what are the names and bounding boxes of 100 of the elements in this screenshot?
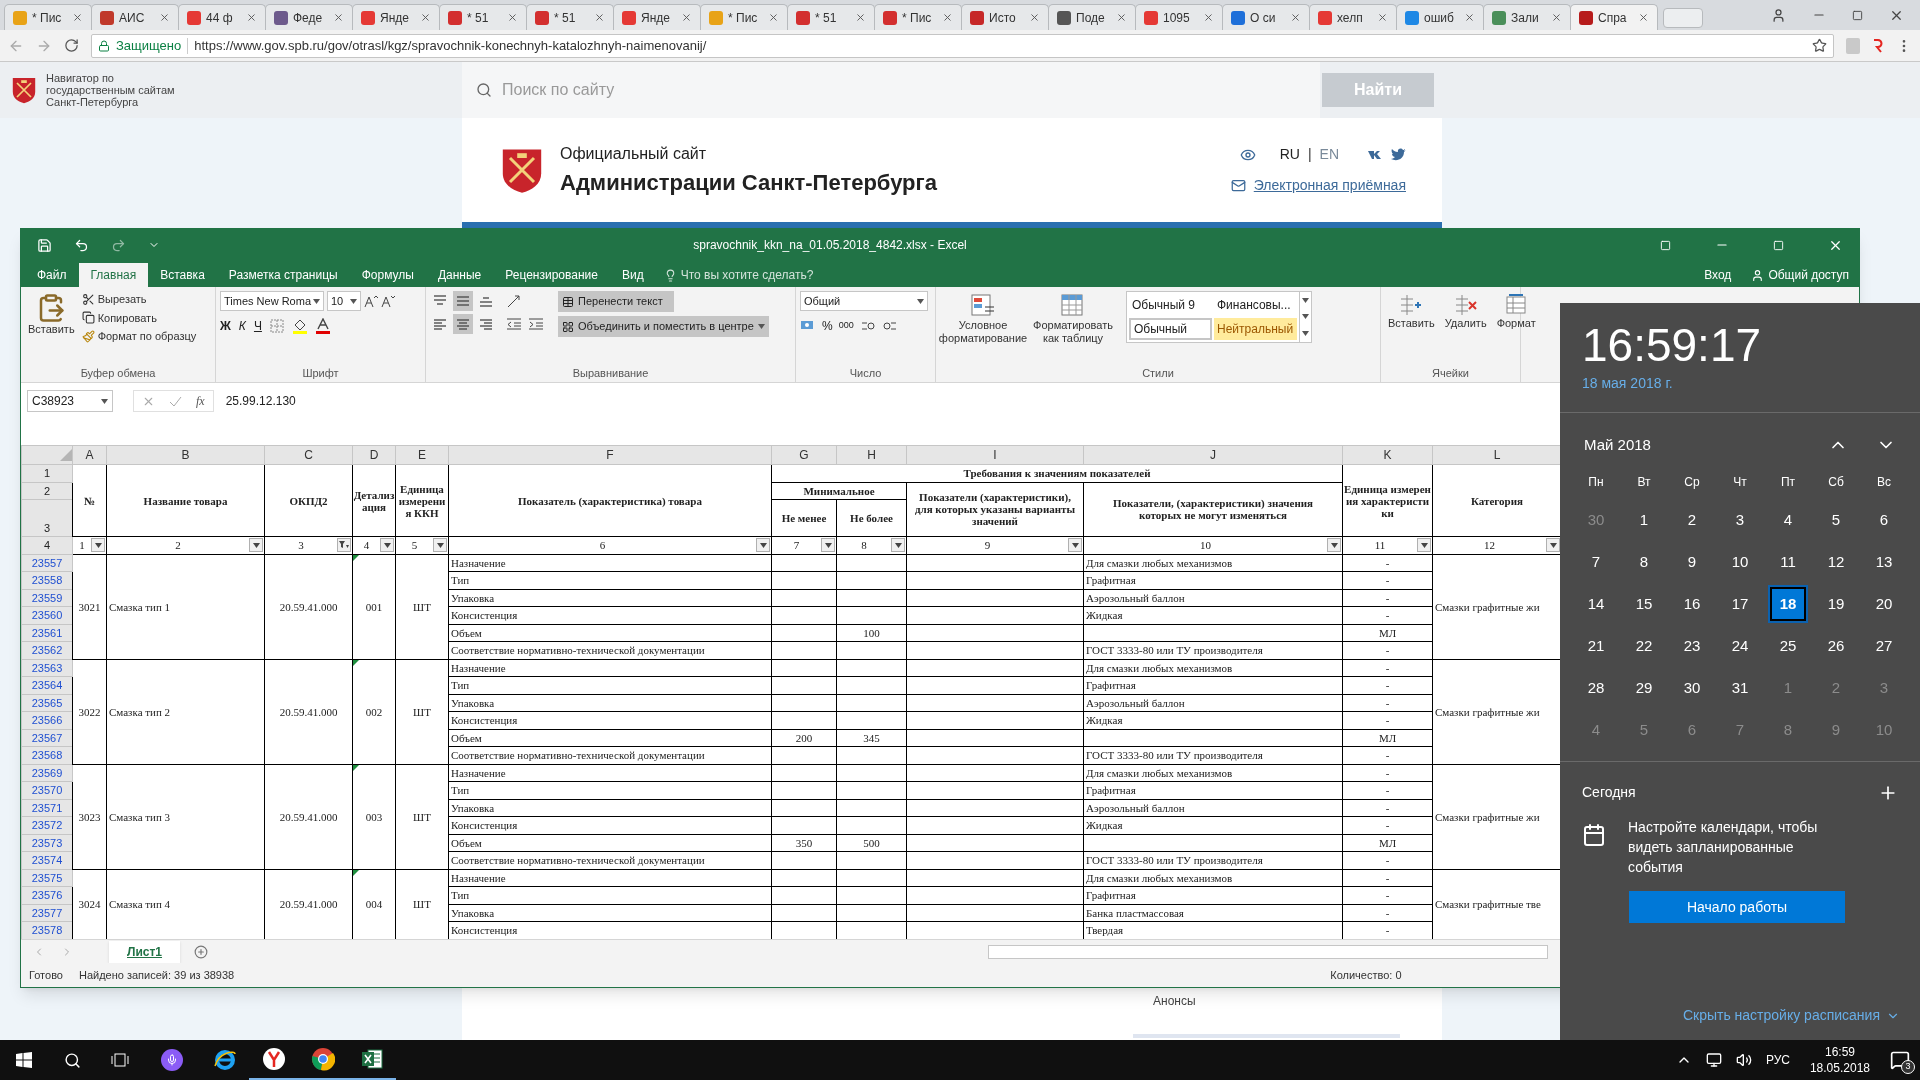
column-header[interactable]: J [1083, 445, 1343, 465]
fill-color-icon[interactable] [291, 318, 308, 334]
ribbon-tab[interactable]: Рецензирование [493, 263, 610, 287]
name-box[interactable]: C38923 [27, 390, 113, 412]
row-header[interactable]: 3 [21, 499, 73, 537]
save-icon[interactable] [37, 237, 52, 253]
cell-style-option[interactable]: Нейтральный [1214, 318, 1297, 340]
format-cells-button[interactable]: Формат [1493, 291, 1539, 332]
insert-function-button[interactable]: fx [196, 392, 205, 410]
format-as-table-button[interactable]: Форматировать как таблицу [1030, 291, 1116, 347]
browser-tab[interactable]: Зали [1483, 4, 1571, 30]
grow-font-icon[interactable] [364, 294, 378, 308]
column-header[interactable]: L [1432, 445, 1562, 465]
close-icon[interactable] [159, 12, 170, 23]
column-header[interactable]: K [1342, 445, 1433, 465]
calendar-day[interactable]: 9 [1672, 543, 1712, 581]
browser-tab[interactable]: ошиб [1396, 4, 1484, 30]
column-header[interactable]: G [771, 445, 837, 465]
conditional-formatting-button[interactable]: Условное форматирование [940, 291, 1026, 347]
browser-e-icon[interactable] [212, 1048, 237, 1072]
calendar-day[interactable]: 18 [1768, 585, 1808, 623]
restore-icon[interactable] [1852, 9, 1863, 21]
merge-center-button[interactable]: Объединить и поместить в центре [558, 316, 769, 337]
calendar-day[interactable]: 19 [1816, 585, 1856, 623]
close-icon[interactable] [1290, 12, 1301, 23]
close-icon[interactable] [594, 12, 605, 23]
hide-agenda-link[interactable]: Скрыть настройку расписания [1682, 1005, 1880, 1026]
close-icon[interactable] [1551, 12, 1562, 23]
maximize-icon[interactable] [1773, 239, 1784, 251]
italic-button[interactable]: К [238, 317, 246, 335]
column-header[interactable]: C [264, 445, 353, 465]
close-icon[interactable] [942, 12, 953, 23]
language-link[interactable]: RU [1279, 144, 1300, 165]
browser-tab[interactable]: * 51 [526, 4, 614, 30]
profile-icon[interactable] [1771, 7, 1786, 23]
insert-cells-button[interactable]: Вставить [1385, 291, 1438, 332]
filter-button[interactable] [1068, 538, 1082, 553]
align-button[interactable] [453, 291, 473, 311]
column-header[interactable]: D [352, 445, 396, 465]
calendar-day[interactable]: 14 [1576, 585, 1616, 623]
shrink-font-icon[interactable] [381, 294, 395, 308]
calendar-day[interactable]: 31 [1720, 669, 1760, 707]
formula-field[interactable]: 25.99.12.130 [219, 390, 1520, 412]
calendar-day[interactable]: 12 [1816, 543, 1856, 581]
close-icon[interactable] [333, 12, 344, 23]
search-icon[interactable] [63, 1051, 81, 1069]
calendar-day[interactable]: 16 [1672, 585, 1712, 623]
filter-button[interactable] [756, 538, 770, 553]
calendar-day[interactable]: 27 [1864, 627, 1904, 665]
decrease-indent-icon[interactable] [506, 317, 522, 331]
browser-tab[interactable]: Янде [613, 4, 701, 30]
search-field[interactable]: Поиск по сайту [462, 62, 1320, 118]
browser-tab[interactable]: Исто [961, 4, 1049, 30]
browser-tab[interactable]: АИС [91, 4, 179, 30]
filter-button[interactable] [821, 538, 835, 553]
calendar-day[interactable]: 21 [1576, 627, 1616, 665]
reception-link[interactable]: Электронная приёмная [1253, 175, 1406, 196]
cell-style-option[interactable]: Обычный [1129, 318, 1212, 340]
chrome-icon[interactable] [310, 1047, 335, 1071]
sign-in-link[interactable]: Вход [1694, 263, 1742, 287]
undo-icon[interactable] [74, 237, 89, 253]
calendar-day[interactable]: 10 [1720, 543, 1760, 581]
yandex-extension-icon[interactable] [1872, 38, 1884, 53]
filter-button[interactable] [380, 538, 394, 553]
column-header[interactable]: B [106, 445, 265, 465]
calendar-day[interactable]: 22 [1624, 627, 1664, 665]
cut-button[interactable]: Вырезать [81, 291, 197, 308]
check-icon[interactable] [169, 394, 182, 408]
language-link[interactable]: EN [1319, 144, 1339, 165]
ribbon-tab[interactable]: Файл [25, 263, 79, 287]
calendar-day[interactable]: 29 [1624, 669, 1664, 707]
address-bar[interactable]: Защищено https://www.gov.spb.ru/gov/otrasl/kgz/spravochnik-konechnyh-katalozhnyh-naimenovanij/ [91, 33, 1834, 58]
browser-tab[interactable]: * 51 [439, 4, 527, 30]
spreadsheet-app-icon[interactable] [359, 1047, 384, 1071]
browser-tab[interactable]: Поде [1048, 4, 1136, 30]
bookmark-icon[interactable] [1812, 38, 1827, 53]
notifications-icon[interactable] [1890, 1050, 1910, 1070]
browser-tab[interactable]: 44 ф [178, 4, 266, 30]
sheet-tab[interactable]: Лист1 [109, 940, 181, 963]
font-size-field[interactable]: 10 [327, 291, 361, 311]
network-icon[interactable] [1705, 1052, 1722, 1068]
orientation-icon[interactable] [506, 293, 522, 309]
filter-button[interactable] [1417, 538, 1431, 553]
browser-tab[interactable]: Янде [352, 4, 440, 30]
browser-y-icon[interactable] [261, 1047, 286, 1071]
ribbon-tab[interactable]: Данные [425, 263, 494, 287]
browser-tab[interactable]: Феде [265, 4, 353, 30]
ribbon-tab[interactable]: Главная [78, 263, 149, 287]
ribbon-display-icon[interactable] [1660, 239, 1671, 251]
calendar-day[interactable]: 20 [1864, 585, 1904, 623]
number-format-field[interactable]: Общий [800, 291, 928, 311]
calendar-day[interactable]: 1 [1624, 501, 1664, 539]
task-view-icon[interactable] [111, 1052, 129, 1068]
paste-button[interactable]: Вставить [25, 291, 78, 338]
font-color-icon[interactable] [315, 318, 330, 334]
increase-indent-icon[interactable] [528, 317, 544, 331]
align-button[interactable] [453, 314, 473, 334]
browser-tab[interactable]: * 51 [787, 4, 875, 30]
calendar-day[interactable]: 6 [1864, 501, 1904, 539]
calendar-day[interactable]: 28 [1576, 669, 1616, 707]
